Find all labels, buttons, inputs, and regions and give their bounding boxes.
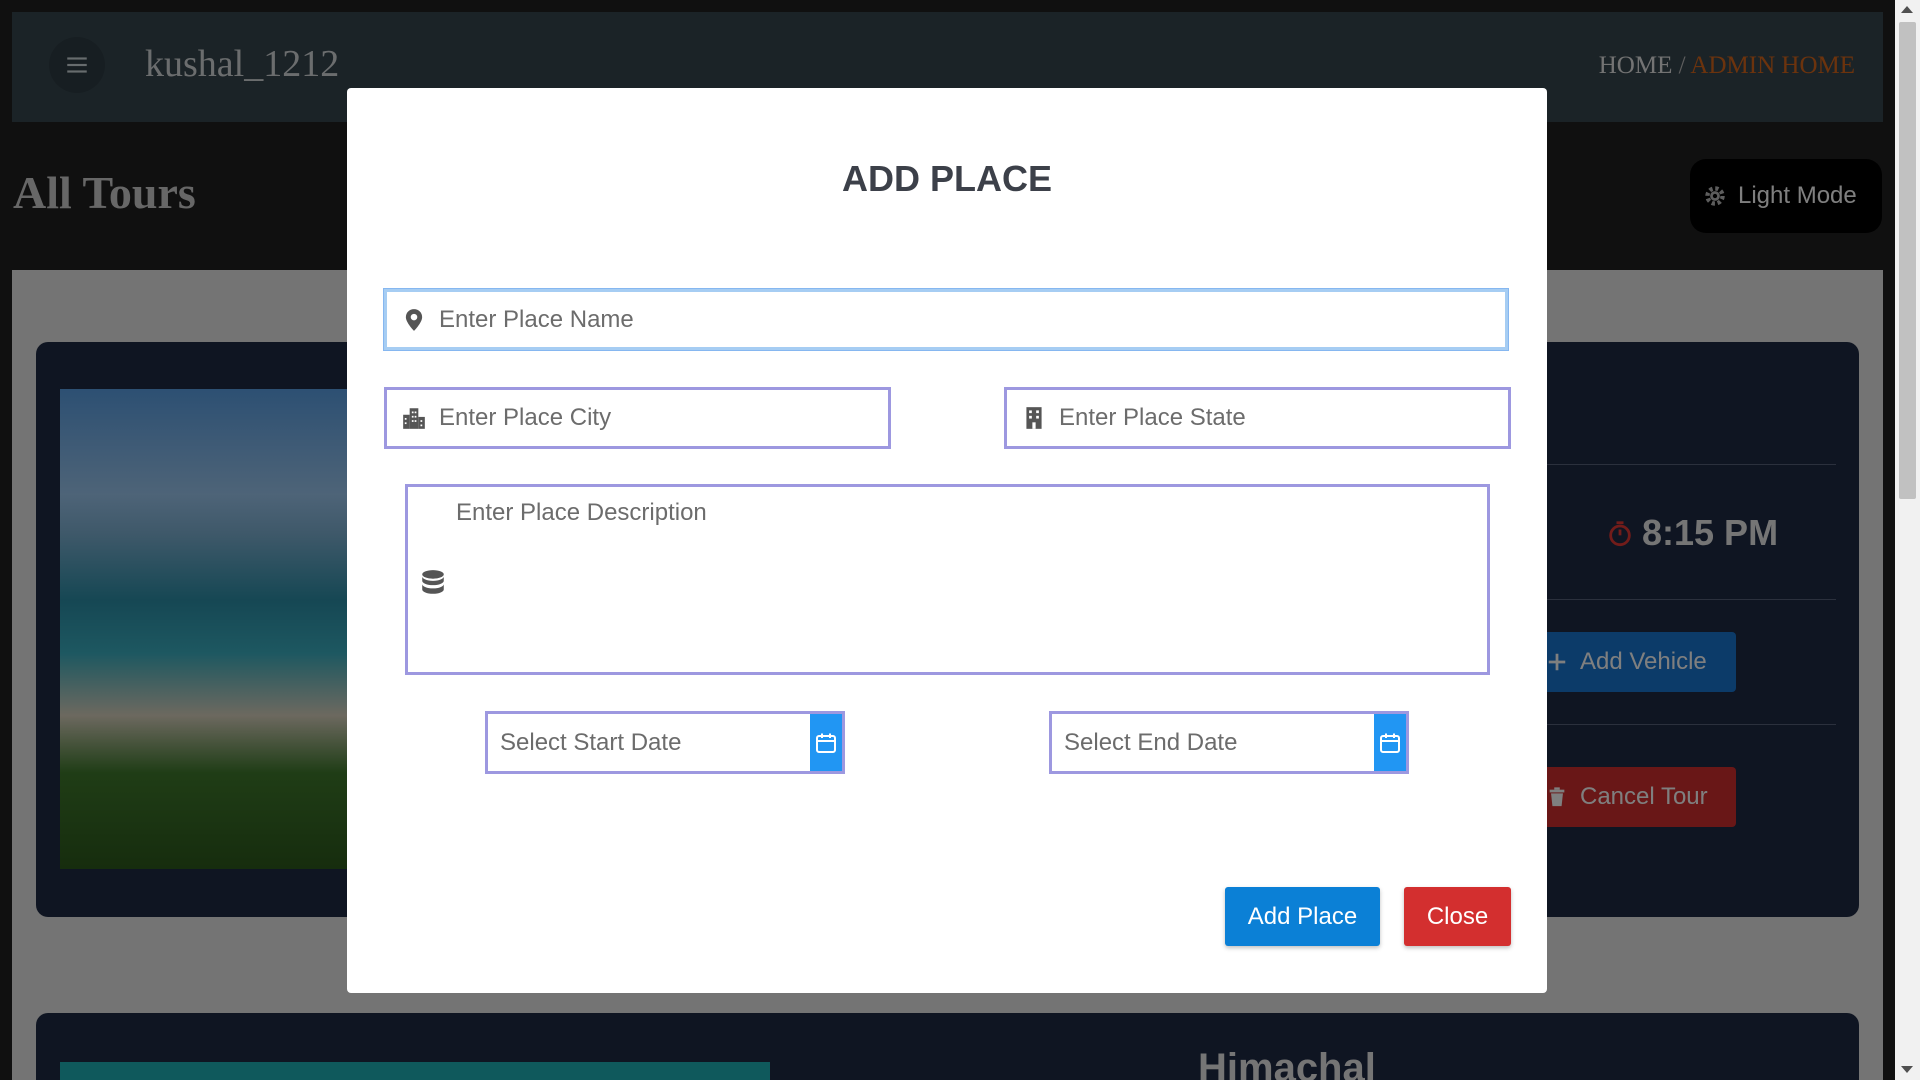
- map-pin-icon: [399, 305, 429, 335]
- building-icon: [1019, 403, 1049, 433]
- place-state-field: [1004, 387, 1511, 449]
- place-state-input[interactable]: [1059, 390, 1508, 446]
- close-button[interactable]: Close: [1404, 887, 1511, 946]
- place-description-field: [405, 484, 1490, 675]
- scrollbar-thumb[interactable]: [1899, 22, 1916, 499]
- place-description-input[interactable]: [456, 499, 1476, 659]
- add-place-button[interactable]: Add Place: [1225, 887, 1380, 946]
- add-place-modal: ADD PLACE Add Place C: [347, 88, 1547, 993]
- start-date-input[interactable]: [488, 714, 810, 771]
- place-city-input[interactable]: [439, 390, 888, 446]
- start-date-calendar-button[interactable]: [810, 714, 842, 771]
- start-date-field: [485, 711, 845, 774]
- scroll-up-arrow[interactable]: [1901, 6, 1913, 13]
- calendar-icon: [1380, 733, 1400, 753]
- database-icon: [420, 569, 446, 597]
- scroll-down-arrow[interactable]: [1901, 1066, 1913, 1073]
- place-name-field: [384, 289, 1508, 350]
- place-city-field: [384, 387, 891, 449]
- end-date-field: [1049, 711, 1409, 774]
- end-date-input[interactable]: [1052, 714, 1374, 771]
- end-date-calendar-button[interactable]: [1374, 714, 1406, 771]
- modal-title: ADD PLACE: [841, 158, 1052, 199]
- city-icon: [399, 403, 429, 433]
- calendar-icon: [816, 733, 836, 753]
- place-name-input[interactable]: [439, 292, 1505, 347]
